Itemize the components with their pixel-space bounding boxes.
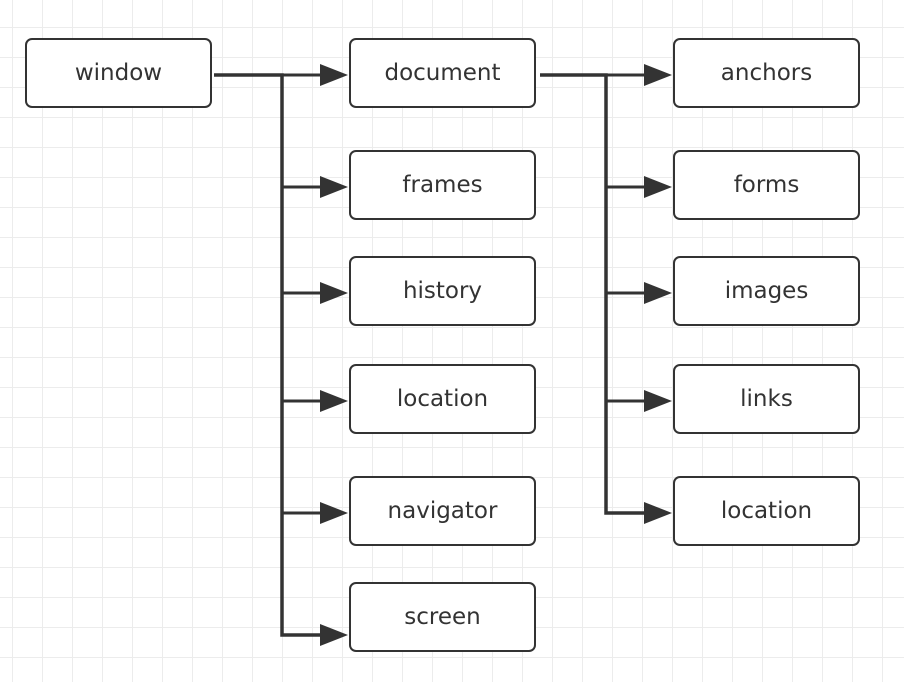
node-window: window [25,38,212,108]
node-anchors: anchors [673,38,860,108]
arrowhead-icon [644,390,672,412]
node-navigator: navigator [349,476,536,546]
arrowhead-icon [644,64,672,86]
node-history: history [349,256,536,326]
node-frames: frames [349,150,536,220]
node-images: images [673,256,860,326]
window-trunk [214,73,322,637]
arrowhead-icon [644,502,672,524]
arrowhead-icon [320,624,348,646]
node-document: document [349,38,536,108]
arrowhead-icon [320,390,348,412]
arrowhead-icon [320,176,348,198]
arrowhead-icon [320,64,348,86]
node-links: links [673,364,860,434]
arrowhead-icon [320,282,348,304]
node-location: location [349,364,536,434]
arrowhead-icon [644,176,672,198]
arrowhead-icon [320,502,348,524]
arrowhead-icon [644,282,672,304]
node-document-location: location [673,476,860,546]
node-screen: screen [349,582,536,652]
node-forms: forms [673,150,860,220]
